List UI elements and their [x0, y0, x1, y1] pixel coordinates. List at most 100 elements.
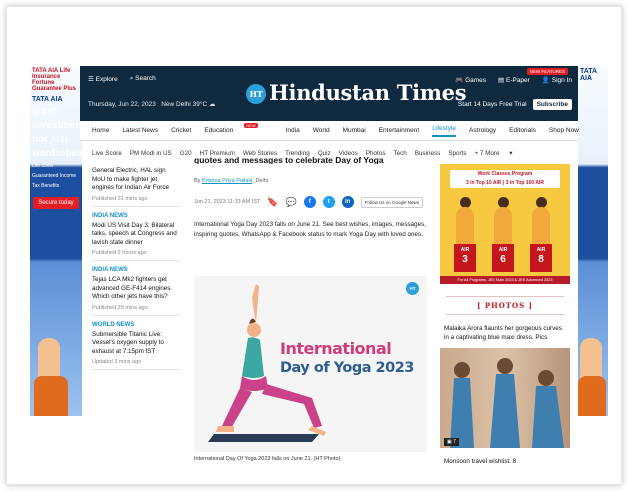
- ad-feature-3: Tax Benefits: [32, 183, 60, 189]
- games-icon: 🎮: [455, 77, 464, 84]
- news-category[interactable]: INDIA NEWS: [92, 213, 180, 219]
- rank-badge: AIR 3: [454, 244, 476, 272]
- subscribe-button[interactable]: Subscribe: [532, 99, 572, 110]
- bookmark-icon[interactable]: 🔖: [267, 197, 278, 208]
- site-header: ☰ Explore ⌕ Search Thursday, Jun 22, 202…: [80, 66, 578, 121]
- list-item[interactable]: INDIA NEWS Tejas LCA Mk2 fighters get ad…: [92, 261, 180, 316]
- list-item[interactable]: General Electric, HAL sign MoU to make f…: [92, 164, 180, 207]
- ad-headline-1: great: [32, 106, 57, 117]
- news-title[interactable]: Modi US Visit Day 3: Bilateral talks, sp…: [92, 222, 180, 248]
- header-weather: New Delhi 39°C: [161, 101, 208, 108]
- nav-world[interactable]: World: [313, 127, 330, 134]
- google-news-follow-button[interactable]: Follow Us on Google News: [360, 196, 423, 208]
- article-byline: By Krishna Priya Pallavi, Delhi: [194, 178, 430, 184]
- nav-entertainment[interactable]: Entertainment: [379, 127, 419, 134]
- chevron-down-icon: ▾: [509, 149, 513, 157]
- new-badge: NEW: [244, 123, 258, 128]
- user-icon: 👤: [541, 77, 550, 84]
- hero-title-line2: Day of Yoga 2023: [280, 360, 414, 376]
- nav-lifestyle[interactable]: Lifestyle: [432, 125, 457, 137]
- photos-heading: [ PHOTOS ]: [446, 296, 564, 315]
- signin-link[interactable]: 👤 Sign In: [542, 76, 572, 84]
- image-caption: International Day Of Yoga 2023 falls on …: [194, 456, 341, 462]
- photos-widget: [ PHOTOS ] Malaika Arora flaunts her gor…: [440, 296, 570, 476]
- news-time: Published 2 hours ago: [92, 250, 147, 256]
- nav-cricket[interactable]: Cricket: [171, 127, 191, 134]
- list-item[interactable]: INDIA NEWS Modi US Visit Day 3: Bilatera…: [92, 207, 180, 261]
- author-link[interactable]: Krishna Priya Pallavi: [202, 178, 252, 184]
- main-nav: Home Latest News Cricket Education NEW In…: [80, 121, 579, 141]
- article-headline: quotes and messages to celebrate Day of …: [194, 156, 384, 164]
- nav-home[interactable]: Home: [92, 127, 109, 134]
- ad-headline-2: investments,: [32, 120, 82, 131]
- article-meta-bar: Jun 21, 2023 11:33 AM IST 🔖 💬 f t in Fol…: [194, 196, 430, 208]
- news-category[interactable]: WORLD NEWS: [92, 322, 180, 328]
- subnav-sports[interactable]: Sports: [448, 150, 466, 157]
- ht-logo-mark: HT: [246, 84, 266, 104]
- rank-badge: AIR 8: [530, 244, 552, 272]
- search-button[interactable]: ⌕ Search: [130, 75, 156, 83]
- rank-value: 3: [462, 254, 468, 265]
- ad-brand-logo: TATA AIA: [32, 96, 63, 103]
- comment-icon[interactable]: 💬: [285, 197, 296, 208]
- subnav-more[interactable]: + 7 More ▾: [475, 150, 521, 157]
- free-trial-link[interactable]: Start 14 Days Free Trial: [458, 101, 527, 108]
- nav-editorials[interactable]: Editorials: [509, 127, 536, 134]
- nav-shop-now[interactable]: Shop Now: [549, 127, 579, 134]
- news-title[interactable]: Submersible Titanic Live: Vessel's oxyge…: [92, 331, 180, 357]
- hero-title-line1: International: [280, 339, 392, 358]
- header-date: Thursday, Jun 22, 2023: [88, 101, 156, 108]
- search-label: Search: [135, 75, 156, 82]
- news-category[interactable]: INDIA NEWS: [92, 267, 180, 273]
- epaper-icon: ▤: [498, 77, 505, 84]
- rank-value: 6: [500, 254, 506, 265]
- news-time: Published 29 mins ago: [92, 304, 148, 311]
- explore-menu[interactable]: ☰ Explore: [88, 75, 118, 83]
- subnav-g20[interactable]: G20: [180, 150, 192, 157]
- twitter-icon[interactable]: t: [322, 196, 335, 208]
- ad-brand-logo-right: TATA AIA: [580, 68, 597, 82]
- promo-footer: For All Programs, JEE Main 2023 & JEE Ad…: [440, 276, 570, 284]
- rank-value: 8: [538, 254, 544, 265]
- photo-gallery-image[interactable]: ▣ 7: [440, 348, 570, 448]
- list-item[interactable]: WORLD NEWS Submersible Titanic Live: Ves…: [92, 316, 180, 370]
- site-logo-text: Hindustan Times: [269, 80, 467, 105]
- games-link[interactable]: 🎮 Games: [455, 76, 486, 84]
- photo-story-title[interactable]: Malaika Arora flaunts her gorgeous curve…: [440, 325, 570, 342]
- explore-label: Explore: [95, 76, 118, 83]
- nav-education[interactable]: Education NEW: [204, 123, 272, 134]
- subnav-live-score[interactable]: Live Score: [92, 150, 122, 157]
- right-advertisement[interactable]: TATA AIA: [578, 66, 608, 416]
- nav-mumbai[interactable]: Mumbai: [343, 127, 366, 134]
- ht-watermark-badge: HT: [406, 282, 419, 295]
- subnav-pm-modi-us[interactable]: PM Modi in US: [130, 150, 172, 157]
- linkedin-icon[interactable]: in: [341, 196, 354, 208]
- promo-line2: 3 in Top 10 AIR | 3 in Top 100 AIR: [465, 180, 545, 186]
- site-logo[interactable]: HT Hindustan Times: [246, 80, 467, 105]
- nav-latest-news[interactable]: Latest News: [122, 127, 158, 134]
- rank-prefix: AIR: [536, 247, 546, 253]
- nav-india[interactable]: India: [286, 127, 300, 134]
- promo-advertisement[interactable]: Work Classes Program 3 in Top 10 AIR | 3…: [440, 164, 570, 284]
- ad-headline-3: not just: [32, 134, 69, 145]
- rank-badge: AIR 6: [492, 244, 514, 272]
- ad-feature-1: Life cover: [32, 163, 54, 169]
- facebook-icon[interactable]: f: [303, 196, 316, 208]
- subnav-more-label: + 7 More: [474, 149, 500, 157]
- nav-astrology[interactable]: Astrology: [469, 127, 496, 134]
- student-image: [494, 207, 512, 245]
- article-hero-image[interactable]: International Day of Yoga 2023 HT: [194, 276, 427, 452]
- new-feature-badge: NEW FEATURES: [526, 68, 568, 75]
- epaper-link[interactable]: ▤ E-Paper: [498, 76, 530, 84]
- article: quotes and messages to celebrate Day of …: [194, 156, 430, 462]
- ad-cta-button[interactable]: Secure today: [33, 197, 79, 209]
- promo-line1: Work Classes Program: [477, 171, 533, 177]
- ad-product-label: TATA AIA Life Insurance Fortune Guarante…: [32, 68, 77, 92]
- epaper-label: E-Paper: [505, 77, 530, 84]
- left-advertisement[interactable]: TATA AIA Life Insurance Fortune Guarante…: [30, 66, 82, 416]
- news-title[interactable]: General Electric, HAL sign MoU to make f…: [92, 167, 180, 193]
- news-title[interactable]: Tejas LCA Mk2 fighters get advanced GE-F…: [92, 276, 180, 302]
- byline-location: , Delhi: [252, 178, 268, 184]
- next-photo-story-title[interactable]: Monsoon travel wishlist: 8: [440, 458, 570, 465]
- byline-prefix: By: [194, 178, 201, 184]
